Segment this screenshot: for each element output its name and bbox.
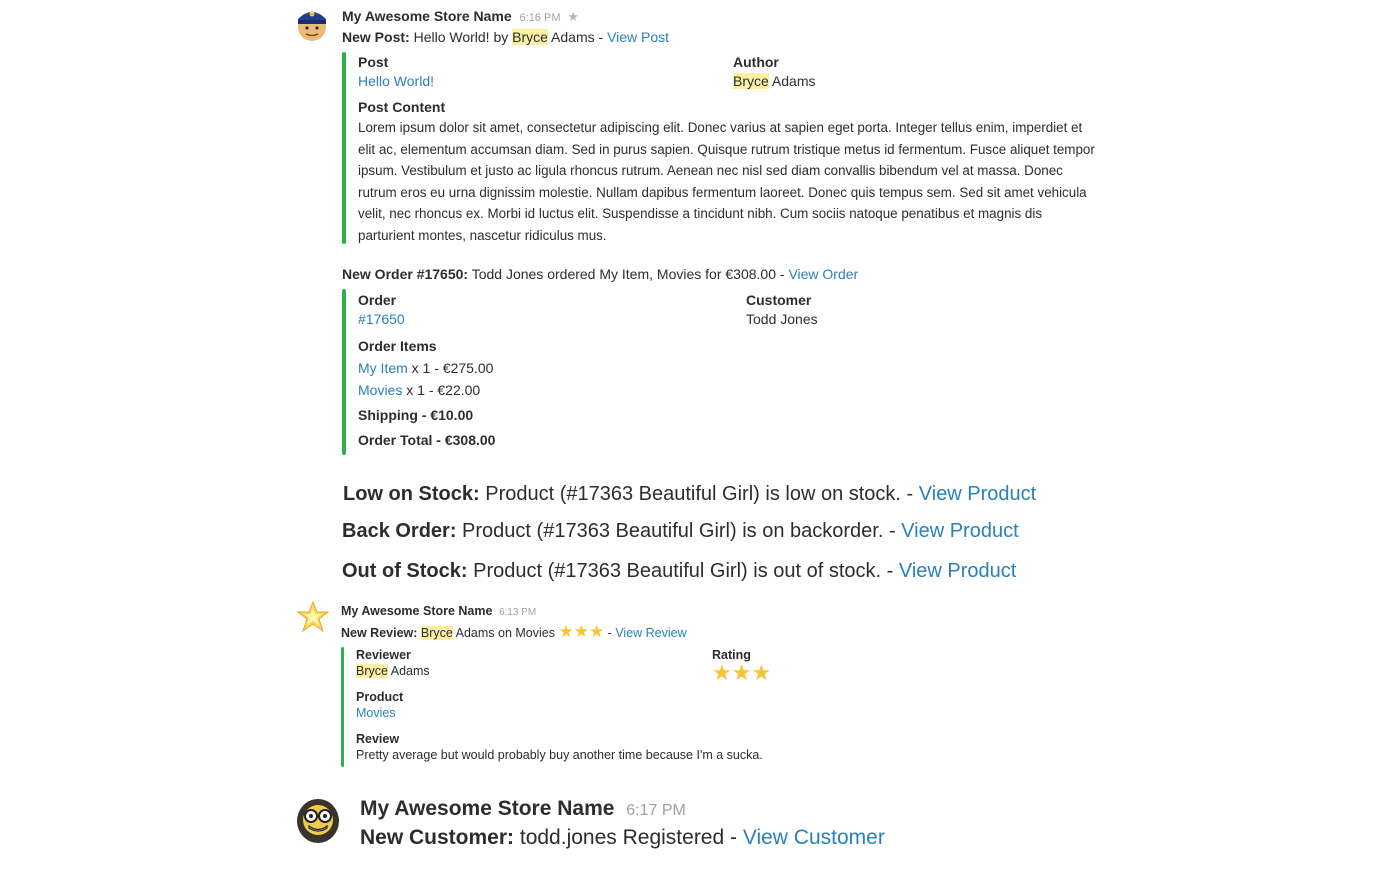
- author-highlight: Bryce: [733, 73, 769, 89]
- nerd-face-avatar-icon[interactable]: [294, 794, 342, 844]
- new-customer-label: New Customer:: [360, 826, 515, 849]
- order-item-row: Movies x 1 - €22.00: [358, 382, 495, 398]
- field-title-reviewer: Reviewer: [356, 648, 411, 662]
- author-value: Bryce Adams: [733, 73, 816, 89]
- message-timestamp[interactable]: 6:17 PM: [626, 802, 686, 819]
- message-timestamp[interactable]: 6:16 PM: [520, 12, 561, 24]
- post-content-text: Lorem ipsum dolor sit amet, consectetur …: [358, 120, 1095, 243]
- item-link[interactable]: My Item: [358, 360, 408, 376]
- back-order-label: Back Order:: [342, 520, 457, 542]
- post-link[interactable]: Hello World!: [358, 73, 434, 89]
- new-customer-text: todd.jones Registered -: [514, 826, 743, 849]
- favorite-star-icon[interactable]: ★: [567, 9, 579, 24]
- message-timestamp[interactable]: 6:13 PM: [499, 607, 536, 618]
- review-line-text: Adams on Movies: [452, 626, 559, 640]
- author-rest: Adams: [768, 73, 816, 89]
- out-of-stock-label: Out of Stock:: [342, 560, 468, 582]
- sender-name[interactable]: My Awesome Store Name: [342, 8, 512, 24]
- star-icon: ★★★: [712, 660, 772, 685]
- field-title-product: Product: [356, 690, 404, 704]
- field-title-order-items: Order Items: [358, 338, 437, 354]
- review-text: Pretty average but would probably buy an…: [356, 748, 763, 762]
- attachment-bar: [341, 647, 344, 767]
- post-text-rest: Adams -: [547, 29, 608, 45]
- out-of-stock-text: Product (#17363 Beautiful Girl) is out o…: [467, 560, 899, 582]
- view-customer-link[interactable]: View Customer: [743, 826, 885, 849]
- back-order-text: Product (#17363 Beautiful Girl) is on ba…: [456, 520, 902, 542]
- shipping-line: Shipping - €10.00: [358, 407, 474, 423]
- attachment-bar: [342, 289, 346, 455]
- sparkle-star-avatar-icon[interactable]: [296, 600, 330, 633]
- item-link[interactable]: Movies: [358, 382, 402, 398]
- order-total-line: Order Total - €308.00: [358, 432, 496, 448]
- view-order-link[interactable]: View Order: [788, 266, 858, 282]
- reviewer-rest: Adams: [387, 664, 430, 678]
- attachment-bar: [342, 52, 346, 244]
- post-label: New Post:: [342, 29, 410, 45]
- low-stock-text: Product (#17363 Beautiful Girl) is low o…: [479, 483, 919, 505]
- link-separator: -: [604, 626, 616, 640]
- view-product-link[interactable]: View Product: [919, 483, 1036, 505]
- customer-value: Todd Jones: [746, 311, 818, 327]
- order-items: Order Items My Item x 1 - €275.00 Movies…: [358, 338, 495, 448]
- field-title-customer: Customer: [746, 292, 812, 308]
- reviewer-value: Bryce Adams: [356, 664, 430, 678]
- field-title-author: Author: [733, 54, 779, 70]
- order-label: New Order #17650:: [342, 266, 469, 282]
- post-text: Hello World! by: [409, 29, 513, 45]
- highlight-name: Bryce: [512, 29, 548, 45]
- item-detail: x 1 - €22.00: [402, 382, 481, 398]
- field-title-order: Order: [358, 292, 397, 308]
- star-icon: ★★★: [558, 622, 605, 641]
- highlight-name: Bryce: [420, 626, 453, 640]
- review-label: New Review:: [341, 626, 418, 640]
- view-product-link[interactable]: View Product: [899, 560, 1016, 582]
- sender-name[interactable]: My Awesome Store Name: [360, 797, 614, 820]
- item-detail: x 1 - €275.00: [407, 360, 494, 376]
- view-product-link[interactable]: View Product: [901, 520, 1018, 542]
- sender-name[interactable]: My Awesome Store Name: [341, 604, 492, 618]
- order-number-link[interactable]: #17650: [358, 311, 405, 327]
- field-title-post: Post: [358, 54, 389, 70]
- field-title-post-content: Post Content: [358, 99, 446, 115]
- product-link[interactable]: Movies: [356, 706, 403, 720]
- view-post-link[interactable]: View Post: [607, 29, 669, 45]
- order-text: Todd Jones ordered My Item, Movies for €…: [468, 266, 789, 282]
- order-item-row: My Item x 1 - €275.00: [358, 360, 495, 376]
- reviewer-highlight: Bryce: [356, 664, 388, 678]
- field-title-review: Review: [356, 732, 400, 746]
- low-stock-label: Low on Stock:: [343, 483, 480, 505]
- police-officer-avatar-icon[interactable]: [294, 5, 330, 43]
- view-review-link[interactable]: View Review: [615, 626, 686, 640]
